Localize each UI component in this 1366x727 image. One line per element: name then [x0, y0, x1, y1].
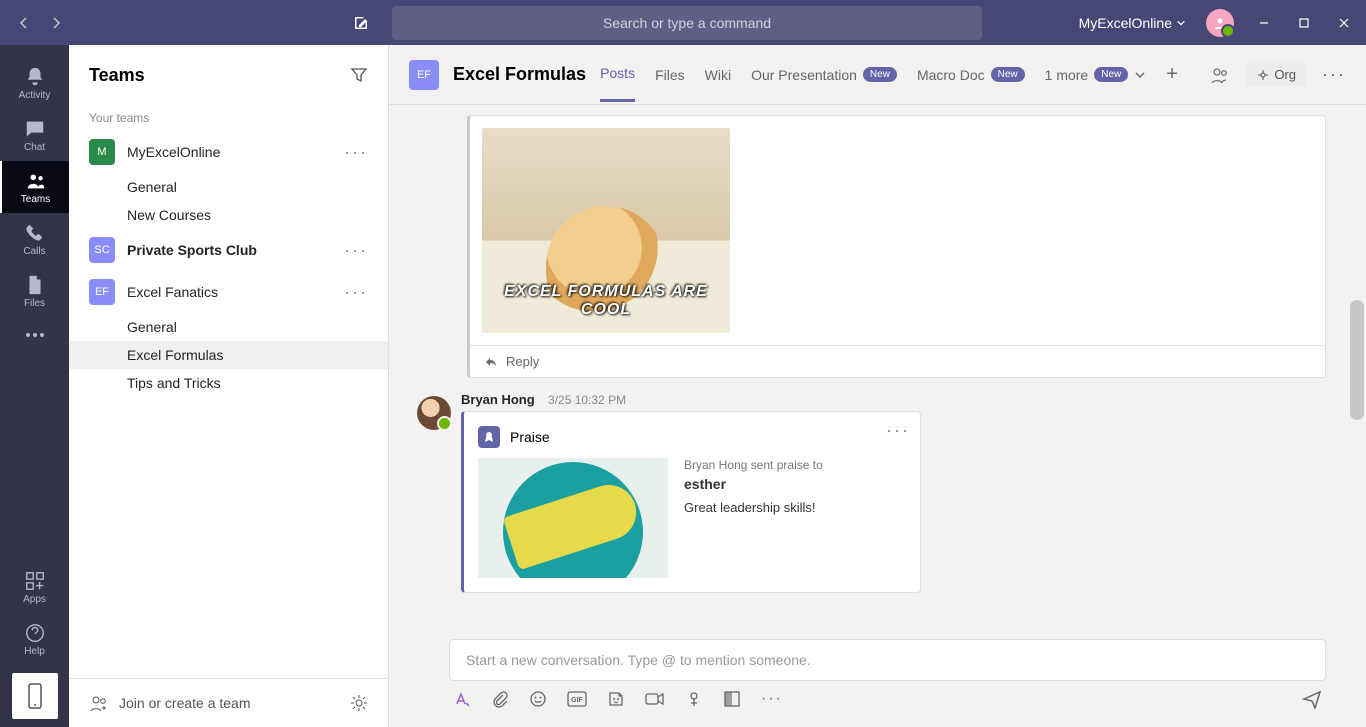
org-button[interactable]: Org: [1246, 63, 1306, 86]
teams-title: Teams: [89, 65, 145, 86]
rail-calls[interactable]: Calls: [0, 213, 69, 265]
rail-files[interactable]: Files: [0, 265, 69, 317]
rail-activity[interactable]: Activity: [0, 57, 69, 109]
channel-more-icon[interactable]: ···: [1322, 64, 1346, 85]
compose-area: Start a new conversation. Type @ to ment…: [389, 633, 1366, 727]
team-avatar: EF: [89, 279, 115, 305]
praise-badge-icon: [478, 426, 500, 448]
tab-presentation[interactable]: Our PresentationNew: [751, 49, 897, 101]
rail-mobile[interactable]: [12, 673, 58, 719]
team-myexcelonline[interactable]: M MyExcelOnline ···: [69, 131, 388, 173]
team-more-icon[interactable]: ···: [344, 240, 368, 261]
praise-card: ··· Praise Bryan Hong sent praise to: [461, 411, 921, 593]
nav-back[interactable]: [12, 11, 36, 35]
compose-more-icon[interactable]: ···: [761, 690, 783, 708]
channel-avatar: EF: [409, 60, 439, 90]
rail-help[interactable]: Help: [0, 613, 69, 665]
team-avatar: M: [89, 139, 115, 165]
channel-tips-tricks[interactable]: Tips and Tricks: [69, 369, 388, 397]
post-author: Bryan Hong: [461, 392, 535, 407]
tab-wiki[interactable]: Wiki: [705, 49, 731, 101]
svg-text:GIF: GIF: [571, 697, 583, 704]
channel-general-meo[interactable]: General: [69, 173, 388, 201]
window-restore[interactable]: [1294, 13, 1314, 33]
send-icon[interactable]: [1302, 689, 1322, 709]
rail-apps[interactable]: Apps: [0, 561, 69, 613]
nav-forward[interactable]: [44, 11, 68, 35]
gif-icon[interactable]: GIF: [567, 691, 587, 707]
tab-posts[interactable]: Posts: [600, 47, 635, 102]
format-icon[interactable]: [453, 690, 471, 708]
titlebar: Search or type a command MyExcelOnline: [0, 0, 1366, 45]
praise-more-icon[interactable]: ···: [886, 420, 910, 441]
extension-icon[interactable]: [723, 690, 741, 708]
rail-more[interactable]: [0, 317, 69, 353]
channel-new-courses[interactable]: New Courses: [69, 201, 388, 229]
app-rail: Activity Chat Teams Calls Files Apps Hel: [0, 45, 69, 727]
user-avatar[interactable]: [1206, 9, 1234, 37]
team-more-icon[interactable]: ···: [344, 282, 368, 303]
team-private-sports[interactable]: SC Private Sports Club ···: [69, 229, 388, 271]
filter-icon[interactable]: [350, 66, 368, 84]
join-create-icon[interactable]: [89, 693, 109, 713]
add-tab-icon[interactable]: +: [1166, 63, 1178, 86]
channel-general-ef[interactable]: General: [69, 313, 388, 341]
account-menu[interactable]: MyExcelOnline: [1079, 15, 1186, 31]
join-create-label[interactable]: Join or create a team: [119, 695, 251, 711]
search-input[interactable]: Search or type a command: [392, 6, 982, 40]
window-minimize[interactable]: [1254, 13, 1274, 33]
meet-now-icon[interactable]: [645, 691, 665, 707]
teams-panel: Teams Your teams M MyExcelOnline ··· Gen…: [69, 45, 389, 727]
account-name: MyExcelOnline: [1079, 15, 1172, 31]
stream-icon[interactable]: [685, 690, 703, 708]
praise-label: Praise: [510, 429, 550, 445]
team-avatar: SC: [89, 237, 115, 263]
praise-image: [478, 458, 668, 578]
tab-macro-doc[interactable]: Macro DocNew: [917, 49, 1025, 101]
messages-area: chibird EXCEL FORMULAS ARE COOL Reply Br…: [389, 105, 1366, 633]
praise-to: Bryan Hong sent praise to: [684, 458, 823, 472]
channel-title: Excel Formulas: [453, 64, 586, 85]
window-close[interactable]: [1334, 13, 1354, 33]
sticker-icon[interactable]: [607, 690, 625, 708]
attach-icon[interactable]: [491, 690, 509, 708]
settings-icon[interactable]: [350, 694, 368, 712]
tab-files[interactable]: Files: [655, 49, 685, 101]
meme-image[interactable]: EXCEL FORMULAS ARE COOL: [482, 128, 730, 333]
post-praise: Bryan Hong 3/25 10:32 PM ··· Praise: [417, 392, 1326, 593]
compose-input[interactable]: Start a new conversation. Type @ to ment…: [449, 639, 1326, 681]
team-more-icon[interactable]: ···: [344, 142, 368, 163]
reply-button[interactable]: Reply: [470, 345, 1325, 377]
team-excel-fanatics[interactable]: EF Excel Fanatics ···: [69, 271, 388, 313]
channel-header: EF Excel Formulas Posts Files Wiki Our P…: [389, 45, 1366, 105]
post-author-avatar[interactable]: [417, 396, 451, 430]
scrollbar[interactable]: [1350, 300, 1364, 420]
praise-recipient: esther: [684, 476, 823, 492]
praise-message: Great leadership skills!: [684, 500, 823, 515]
rail-chat[interactable]: Chat: [0, 109, 69, 161]
rail-teams[interactable]: Teams: [0, 161, 69, 213]
channel-excel-formulas[interactable]: Excel Formulas: [69, 341, 388, 369]
your-teams-label: Your teams: [69, 105, 388, 131]
post-time: 3/25 10:32 PM: [548, 393, 626, 407]
meme-caption: EXCEL FORMULAS ARE COOL: [482, 283, 730, 319]
team-members-icon[interactable]: [1210, 65, 1230, 85]
new-message-icon[interactable]: [346, 8, 376, 38]
tab-more[interactable]: 1 moreNew: [1045, 49, 1147, 101]
emoji-icon[interactable]: [529, 690, 547, 708]
message-meme: chibird EXCEL FORMULAS ARE COOL Reply: [467, 115, 1326, 378]
